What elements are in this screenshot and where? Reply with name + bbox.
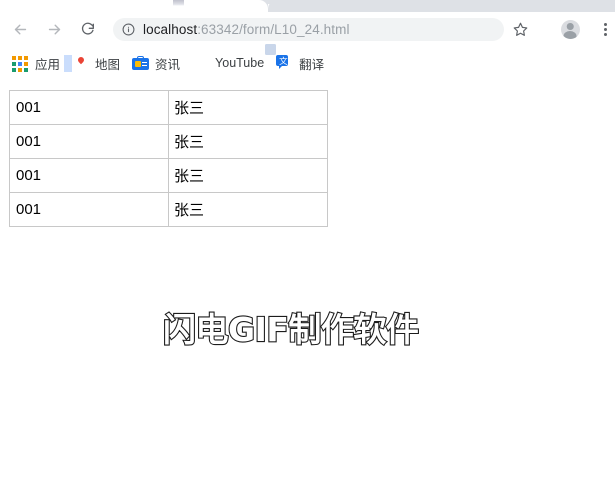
- table-row: 001 张三: [9, 90, 328, 125]
- table-body: 001 张三 001 张三 001 张三 001 张三: [9, 90, 328, 227]
- back-button[interactable]: [6, 15, 34, 43]
- table-row: 001 张三: [9, 158, 328, 193]
- chrome-menu-icon[interactable]: [598, 18, 612, 41]
- bookmark-apps[interactable]: 应用: [9, 51, 66, 75]
- cell-name: 张三: [168, 90, 328, 125]
- profile-avatar[interactable]: [558, 18, 582, 41]
- bookmark-label: 资讯: [155, 57, 181, 72]
- youtube-icon: [192, 55, 209, 72]
- bookmark-translate[interactable]: 文 翻译: [265, 43, 330, 75]
- cell-name: 张三: [168, 124, 328, 159]
- address-bar-text: localhost:63342/form/L10_24.html: [143, 22, 350, 37]
- cell-id: 001: [9, 158, 169, 193]
- address-bar[interactable]: localhost:63342/form/L10_24.html: [113, 18, 504, 41]
- avatar-icon: [560, 20, 580, 39]
- cell-id: 001: [9, 192, 169, 227]
- data-table: 001 张三 001 张三 001 张三 001 张三: [9, 90, 328, 227]
- bookmark-label: 地图: [95, 57, 121, 72]
- reload-button[interactable]: [74, 15, 102, 43]
- browser-toolbar: localhost:63342/form/L10_24.html: [0, 12, 615, 46]
- bookmark-youtube[interactable]: YouTube: [189, 51, 270, 75]
- maps-icon: [64, 54, 94, 73]
- bookmark-label: 翻译: [299, 57, 325, 72]
- bookmark-label: YouTube: [215, 56, 265, 70]
- bookmark-maps[interactable]: 地图: [64, 51, 126, 75]
- site-info-icon[interactable]: [122, 23, 135, 36]
- tab-inactive[interactable]: [268, 0, 615, 12]
- apps-grid-icon: [12, 55, 29, 72]
- cell-name: 张三: [168, 192, 328, 227]
- cell-id: 001: [9, 124, 169, 159]
- watermark-text: 闪电GIF制作软件: [162, 309, 420, 350]
- bookmark-news[interactable]: 资讯: [129, 51, 186, 75]
- forward-button[interactable]: [40, 15, 68, 43]
- browser-window: localhost:63342/form/L10_24.html 应用 地图 资…: [0, 0, 615, 500]
- tab-strip: [0, 0, 615, 12]
- news-icon: [132, 55, 150, 72]
- table-row: 001 张三: [9, 124, 328, 159]
- bookmarks-bar: 应用 地图 资讯 YouTube 文 翻译: [0, 43, 615, 80]
- table-row: 001 张三: [9, 192, 328, 227]
- tab-active[interactable]: [0, 0, 276, 12]
- url-path: :63342/form/L10_24.html: [197, 22, 350, 37]
- page-viewport: 001 张三 001 张三 001 张三 001 张三 闪电GIF制作软件: [0, 80, 615, 500]
- bookmark-label: 应用: [35, 57, 61, 72]
- url-host: localhost: [143, 22, 198, 37]
- cell-name: 张三: [168, 158, 328, 193]
- tab-favicon-icon: [173, 0, 184, 6]
- bookmark-star-icon[interactable]: [508, 18, 532, 41]
- cell-id: 001: [9, 90, 169, 125]
- translate-icon: 文: [265, 43, 293, 72]
